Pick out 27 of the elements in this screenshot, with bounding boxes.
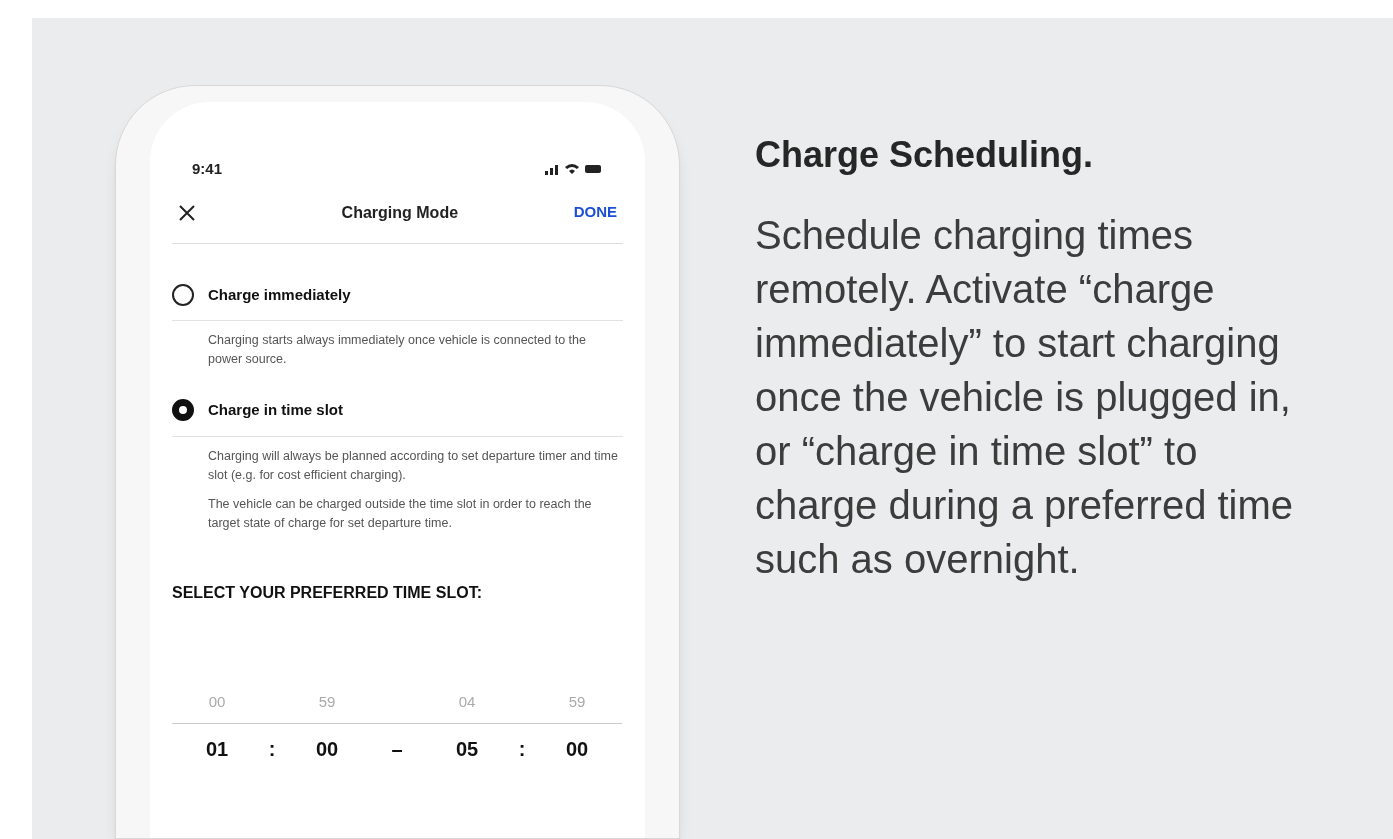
picker-option: 59 xyxy=(532,690,622,724)
option-description: Charging starts always immediately once vehicle is connected to the power source. xyxy=(208,332,587,368)
picker-value: : xyxy=(267,737,277,762)
radio-button[interactable] xyxy=(172,283,194,306)
picker-value: 00 xyxy=(564,737,590,762)
picker-option: 00 xyxy=(172,690,262,724)
option-description: The vehicle can be charged outside the time slot in order to reach the target state of charge for set departure time. xyxy=(208,495,593,532)
picker-value: : xyxy=(517,737,527,762)
picker-option: 04 xyxy=(422,690,512,724)
status-icons xyxy=(543,162,603,177)
section-heading: SELECT YOUR PREFERRED TIME SLOT: xyxy=(172,582,483,603)
picker-value: 05 xyxy=(454,737,480,762)
option-description: Charging will always be planned according to set departure timer and time slot (e.g. for cost efficient charging). xyxy=(208,447,618,484)
radio-button[interactable] xyxy=(172,399,194,422)
option-title: Charge in time slot xyxy=(208,400,344,420)
close-icon[interactable] xyxy=(178,203,196,222)
picker-option: 59 xyxy=(282,690,372,724)
time-picker[interactable]: 00 59 04 59 01 : 00 – 05 : 00 xyxy=(172,690,623,764)
screen-title: Charging Mode xyxy=(341,202,459,223)
status-time: 9:41 xyxy=(192,159,223,179)
feature-description: Schedule charging times remotely. Activate “charge immediately” to start charging once the vehicle is plugged in, or “charge in time slot” to charge during a preferred time such as overnight. xyxy=(755,212,1295,583)
picker-value: 00 xyxy=(314,737,340,762)
picker-value: 01 xyxy=(204,737,230,762)
feature-heading: Charge Scheduling. xyxy=(755,133,1095,177)
done-button[interactable]: DONE xyxy=(573,201,617,224)
option-title: Charge immediately xyxy=(208,284,351,305)
picker-value: – xyxy=(390,737,404,762)
